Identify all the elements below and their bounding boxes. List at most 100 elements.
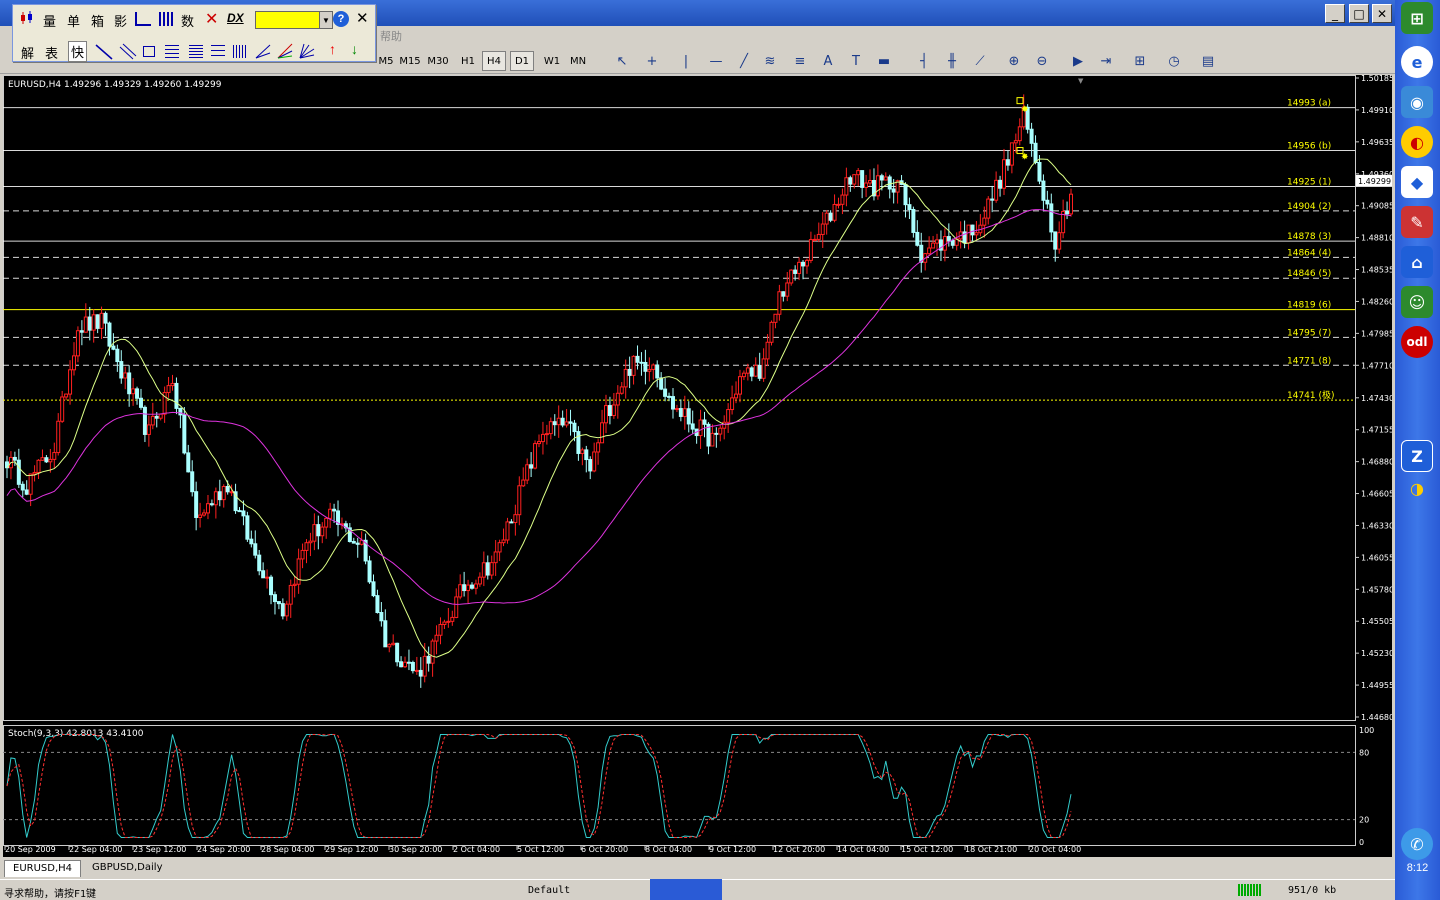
indicators-icon[interactable]: ⊞: [1130, 51, 1150, 71]
timeframe-d1[interactable]: D1: [510, 51, 534, 71]
candle-body: [64, 393, 69, 398]
app-icon-6[interactable]: ◑: [1401, 472, 1433, 504]
candle-body: [328, 508, 333, 519]
time-label: 12 Oct 20:00: [773, 845, 825, 854]
app-icon-4[interactable]: ✎: [1401, 206, 1433, 238]
gann-icon[interactable]: [255, 43, 271, 59]
bars-icon[interactable]: [135, 12, 151, 26]
level-label: 14904 (2): [1287, 202, 1331, 212]
tab-gbpusd-daily[interactable]: GBPUSD,Daily: [84, 860, 171, 877]
trendline-icon[interactable]: ╱: [734, 51, 754, 71]
maximize-button[interactable]: □: [1349, 4, 1369, 23]
line-chart-icon[interactable]: ⟋: [970, 51, 990, 71]
timeframe-w1[interactable]: W1: [540, 51, 564, 71]
close-button[interactable]: ✕: [1372, 4, 1392, 23]
zoom-in-icon[interactable]: ⊕: [1004, 51, 1024, 71]
candle-body: [820, 223, 825, 235]
channel-icon[interactable]: [119, 43, 137, 61]
color-picker[interactable]: [255, 11, 321, 29]
chart-shift-icon[interactable]: ⇥: [1096, 51, 1116, 71]
minimize-button[interactable]: _: [1325, 4, 1345, 23]
tab-eurusd-h4[interactable]: EURUSD,H4: [4, 860, 82, 877]
timeframe-mn[interactable]: MN: [566, 51, 590, 71]
ime-bar[interactable]: [650, 879, 722, 900]
fib-ext-icon[interactable]: [189, 45, 203, 58]
ie-icon[interactable]: e: [1401, 46, 1433, 78]
shapes-icon[interactable]: ▬: [874, 51, 894, 71]
tool-solve[interactable]: 解: [21, 43, 34, 62]
timeframe-m30[interactable]: M30: [426, 51, 450, 71]
dx-icon[interactable]: DX: [227, 11, 244, 25]
fib-tool-icon[interactable]: ≋: [760, 51, 780, 71]
chart-svg[interactable]: 1.501851.499101.496351.493601.490851.488…: [3, 74, 1394, 857]
histogram-icon[interactable]: [159, 12, 175, 26]
hline-icon[interactable]: —: [706, 51, 726, 71]
templates-icon[interactable]: ▤: [1198, 51, 1218, 71]
time-zones-icon[interactable]: [233, 45, 247, 58]
label-icon[interactable]: T: [846, 51, 866, 71]
candle-chart-icon[interactable]: ╫: [942, 51, 962, 71]
crosshair-tool-icon[interactable]: +: [642, 51, 662, 71]
tray-icon[interactable]: ✆: [1401, 828, 1433, 860]
tool-volume[interactable]: 量: [43, 11, 56, 30]
line-icon[interactable]: [95, 43, 113, 61]
bar-chart-icon[interactable]: ┤: [914, 51, 934, 71]
timeframe-m5[interactable]: M5: [378, 51, 394, 71]
candle-body: [229, 491, 234, 494]
candle-body: [36, 459, 41, 473]
tool-shadow[interactable]: 影: [114, 11, 127, 30]
tool-fast[interactable]: 快: [68, 41, 88, 62]
fib-fan-icon[interactable]: [211, 45, 225, 58]
speed-lines-icon[interactable]: [277, 43, 293, 59]
candle-body: [785, 282, 790, 297]
app-icon-3[interactable]: ◆: [1401, 166, 1433, 198]
arrow-down-icon[interactable]: ↓: [351, 41, 358, 57]
time-label: 30 Sep 20:00: [389, 845, 442, 854]
messenger-icon[interactable]: ☺: [1401, 286, 1433, 318]
candle-body: [150, 415, 155, 426]
candle-body: [1065, 210, 1070, 215]
tool-box[interactable]: 箱: [91, 11, 104, 30]
color-dropdown[interactable]: ▼: [319, 11, 333, 29]
app-icon-odl[interactable]: odl: [1401, 326, 1433, 358]
status-profile: Default: [528, 885, 571, 896]
timeframe-h1[interactable]: H1: [456, 51, 480, 71]
app-icon-2[interactable]: ◐: [1401, 126, 1433, 158]
timeframe-m15[interactable]: M15: [398, 51, 422, 71]
chart-window[interactable]: 1.50185 1.49910 1.49635 1.49360 1.49085 1.488…: [3, 74, 1394, 857]
tool-single[interactable]: 单: [67, 11, 80, 30]
candle-body: [533, 443, 538, 469]
tool-data[interactable]: 数: [181, 11, 194, 30]
chart-tabs: EURUSD,H4 GBPUSD,Daily: [0, 858, 1395, 878]
app-icon-1[interactable]: ◉: [1401, 86, 1433, 118]
crosshair-icon[interactable]: ✕: [205, 9, 218, 29]
app-icon-5[interactable]: ⌂: [1401, 246, 1433, 278]
app-icon-z[interactable]: Z: [1401, 440, 1433, 472]
fan-icon[interactable]: [299, 43, 315, 59]
start-icon[interactable]: ⊞: [1401, 2, 1433, 34]
equidistant-icon[interactable]: ≡: [790, 51, 810, 71]
cursor-icon[interactable]: ↖: [612, 51, 632, 71]
timeframe-h4[interactable]: H4: [482, 51, 506, 71]
candle-body: [966, 224, 971, 244]
vline-icon[interactable]: |: [676, 51, 696, 71]
candles-icon[interactable]: [19, 10, 35, 26]
text-icon[interactable]: A: [818, 51, 838, 71]
arrow-up-icon[interactable]: ↑: [329, 41, 336, 57]
zoom-out-icon[interactable]: ⊖: [1032, 51, 1052, 71]
help-icon[interactable]: ?: [333, 11, 349, 27]
menu-help[interactable]: 帮助: [380, 28, 402, 44]
rectangle-icon[interactable]: [143, 46, 155, 57]
candle-body: [395, 642, 400, 663]
periods-icon[interactable]: ◷: [1164, 51, 1184, 71]
candle-body: [548, 421, 553, 435]
close-icon[interactable]: ✕: [356, 9, 369, 27]
tool-table[interactable]: 表: [45, 43, 58, 62]
clock: 8:12: [1406, 862, 1429, 874]
candle-body: [840, 194, 845, 205]
fib-icon[interactable]: [165, 45, 179, 58]
candle-body: [596, 442, 601, 453]
candle-body: [1017, 126, 1022, 142]
autoscroll-icon[interactable]: ▶: [1068, 51, 1088, 71]
candle-body: [1057, 232, 1062, 250]
